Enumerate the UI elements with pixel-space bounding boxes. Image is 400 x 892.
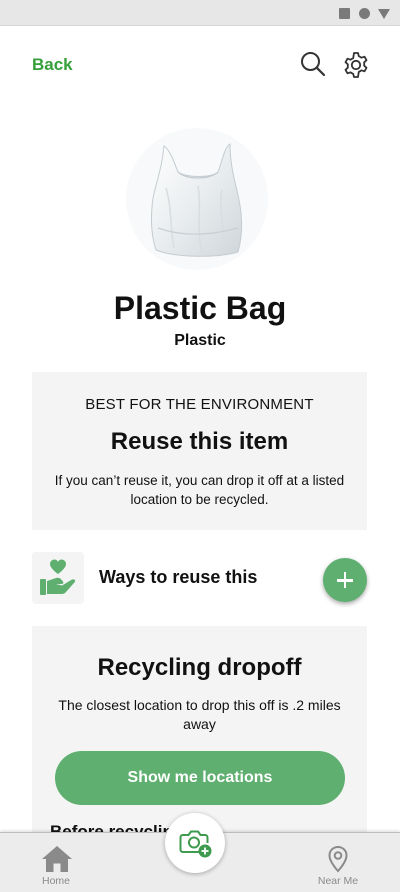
heart-hand-icon [40,559,76,595]
plus-icon-vertical [343,572,347,588]
nav-home-label: Home [41,875,70,887]
recycling-dropoff-headline: Recycling dropoff [97,654,302,681]
recycling-dropoff-card: Recycling dropoff The closest location t… [32,626,367,836]
location-pin-icon [328,845,348,873]
camera-scan-button[interactable] [165,813,225,873]
search-icon [301,52,326,77]
triangle-nav-icon [378,9,390,19]
settings-button[interactable] [341,50,371,80]
ways-to-reuse-label: Ways to reuse this [99,567,258,587]
item-category: Plastic [174,332,226,349]
nav-near-me[interactable]: Near Me [308,841,368,891]
best-option-description: If you can’t reuse it, you can drop it o… [54,473,345,507]
product-image [126,128,268,270]
best-option-card: BEST FOR THE ENVIRONMENT Reuse this item… [32,372,367,530]
system-status-bar [0,0,400,26]
add-reuse-button[interactable] [323,558,367,602]
square-nav-icon [339,8,350,19]
gear-icon [344,52,368,78]
best-option-headline: Reuse this item [110,428,289,455]
recycling-dropoff-description: The closest location to drop this off is… [58,697,341,732]
reuse-icon-box [32,552,84,604]
nav-home[interactable]: Home [26,841,86,891]
search-button[interactable] [299,50,327,78]
home-icon [42,846,72,872]
best-option-eyebrow: BEST FOR THE ENVIRONMENT [85,396,314,413]
show-locations-button[interactable]: Show me locations [55,751,345,805]
camera-add-icon [179,830,212,858]
plastic-bag-image [151,143,242,257]
circle-nav-icon [359,8,370,19]
item-title: Plastic Bag [113,290,287,326]
nav-near-me-label: Near Me [317,875,359,887]
back-button[interactable]: Back [32,55,73,75]
